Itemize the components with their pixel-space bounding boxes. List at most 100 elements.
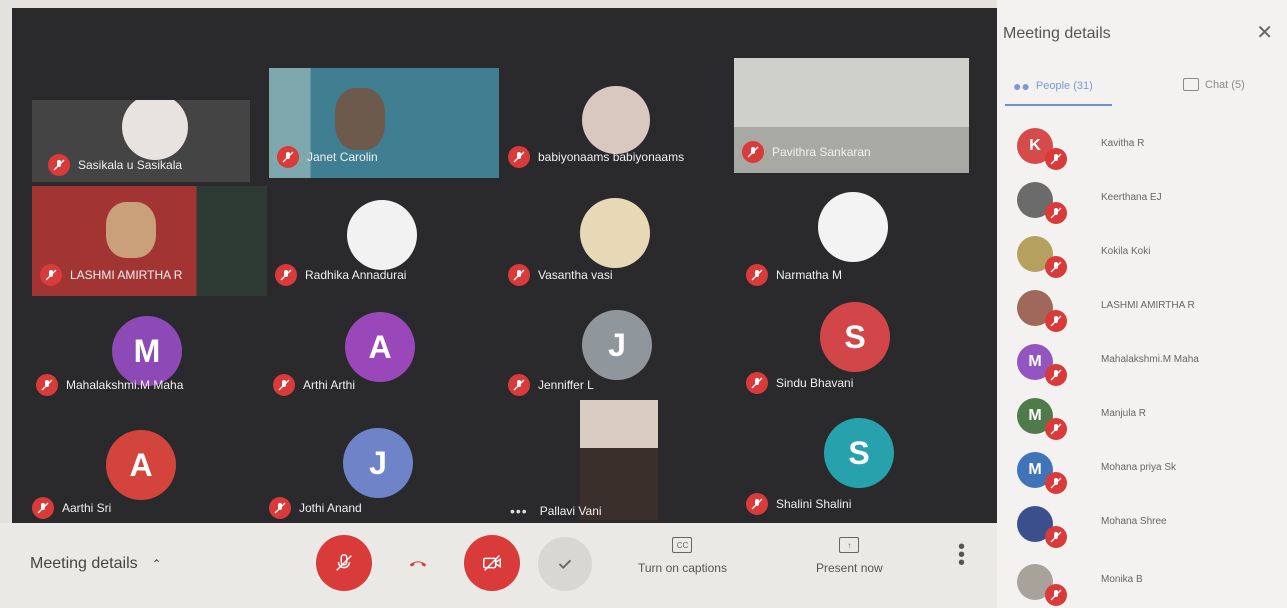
phone-hangup-icon (409, 561, 427, 567)
chat-icon (1183, 78, 1199, 91)
participant-avatar: S (820, 302, 890, 372)
participant-name: Jenniffer L (538, 378, 594, 392)
list-item[interactable]: M Mohana priya Sk (997, 446, 1287, 496)
participant-namebar: LASHMI AMIRTHA R (40, 264, 182, 286)
participant-namebar: Aarthi Sri (32, 497, 111, 519)
more-options-icon[interactable]: ••• (958, 537, 965, 573)
meeting-details-label: Meeting details (30, 555, 138, 572)
participant-name: Kavitha R (1101, 138, 1145, 149)
mic-off-icon (1045, 584, 1067, 606)
participant-tile[interactable]: A Aarthi Sri (32, 418, 267, 523)
people-tab-label: People (31) (1035, 80, 1093, 92)
participant-name: LASHMI AMIRTHA R (1101, 300, 1195, 311)
participant-name: LASHMI AMIRTHA R (70, 268, 183, 282)
participant-name: Sindu Bhavani (776, 376, 854, 390)
mic-off-icon (40, 264, 62, 286)
list-item[interactable]: Mohana Shree (997, 500, 1287, 550)
participant-name: Keerthana EJ (1101, 192, 1162, 203)
participant-avatar (582, 86, 650, 154)
participant-namebar: Narmatha M (746, 264, 842, 286)
participant-avatar: A (106, 430, 176, 500)
captions-button[interactable]: CC Turn on captions (638, 537, 727, 575)
more-options-icon[interactable]: ••• (510, 503, 528, 519)
participant-tile[interactable]: Vasantha vasi (502, 186, 737, 296)
list-item[interactable]: K Kavitha R (997, 122, 1287, 172)
participant-name: Mohana Shree (1101, 516, 1167, 527)
participant-tile[interactable]: Janet Carolin (269, 68, 499, 178)
closed-captions-icon: CC (672, 537, 693, 553)
present-screen-icon: ↑ (839, 537, 860, 553)
mic-off-icon (742, 141, 764, 163)
mic-off-icon (275, 264, 297, 286)
participant-name: Sasikala u Sasikala (78, 158, 183, 172)
tab-chat[interactable]: Chat (5) (1183, 78, 1245, 91)
participant-avatar (818, 192, 888, 262)
participant-face (335, 88, 385, 150)
list-item[interactable]: M Manjula R (997, 392, 1287, 442)
mic-off-icon (273, 374, 295, 396)
close-icon[interactable]: ✕ (1256, 20, 1273, 45)
participant-name: Pavithra Sankaran (772, 145, 871, 159)
participant-avatar (580, 198, 650, 268)
participant-tile[interactable]: ••• Pallavi Vani (502, 400, 737, 523)
participant-face (106, 202, 156, 258)
participant-name: Manjula R (1101, 408, 1147, 419)
mic-off-icon (508, 374, 530, 396)
participant-namebar: Radhika Annadurai (275, 264, 406, 286)
participant-name: Pallavi Vani (539, 504, 602, 518)
mic-off-icon (269, 497, 291, 519)
tab-people[interactable]: ●● People (31) (1013, 78, 1093, 94)
leave-call-button[interactable] (396, 541, 440, 585)
participant-tile[interactable]: J Jenniffer L (502, 306, 737, 406)
meeting-details-toggle[interactable]: Meeting details ⌃ (30, 555, 162, 573)
participant-namebar: ••• Pallavi Vani (510, 503, 602, 519)
people-icon: ●● (1013, 78, 1030, 94)
panel-title: Meeting details (1003, 25, 1111, 42)
video-grid: Sasikala u Sasikala Janet Carolin babiyo… (12, 8, 997, 523)
participant-tile[interactable]: Narmatha M (734, 186, 969, 296)
mic-off-icon (336, 554, 352, 571)
participant-tile[interactable]: Radhika Annadurai (269, 186, 499, 296)
hand-raise-button[interactable] (538, 537, 592, 591)
participant-tile[interactable]: A Arthi Arthi (269, 306, 499, 406)
participant-namebar: Janet Carolin (277, 146, 378, 168)
participant-tile[interactable]: Pavithra Sankaran (734, 58, 969, 173)
check-icon (558, 559, 572, 569)
list-item[interactable]: Monika B (997, 558, 1287, 608)
bottom-control-bar: Meeting details ⌃ CC Turn on captions ↑ … (0, 523, 1000, 608)
mic-toggle-button[interactable] (316, 535, 372, 591)
present-now-button[interactable]: ↑ Present now (816, 537, 883, 575)
participant-tile[interactable]: J Jothi Anand (269, 418, 499, 523)
mic-off-icon (1045, 364, 1067, 386)
list-item[interactable]: Keerthana EJ (997, 176, 1287, 226)
participant-avatar: J (343, 428, 413, 498)
participant-tile[interactable]: S Sindu Bhavani (734, 298, 969, 398)
participant-tile[interactable]: LASHMI AMIRTHA R (32, 186, 267, 296)
mic-off-icon (508, 264, 530, 286)
participant-avatar: S (824, 418, 894, 488)
participant-namebar: Jenniffer L (508, 374, 594, 396)
camera-off-icon (483, 555, 501, 571)
list-item[interactable]: Kokila Koki (997, 230, 1287, 280)
participant-tile[interactable]: M Mahalakshmi.M Maha (32, 306, 267, 406)
participant-name: Mahalakshmi.M Maha (66, 378, 184, 392)
participant-avatar: A (345, 312, 415, 382)
participant-namebar: Pavithra Sankaran (742, 141, 871, 163)
participant-tile[interactable]: Sasikala u Sasikala (32, 100, 250, 182)
captions-label: Turn on captions (638, 561, 727, 575)
mic-off-icon (746, 264, 768, 286)
mic-off-icon (277, 146, 299, 168)
list-item[interactable]: LASHMI AMIRTHA R (997, 284, 1287, 334)
participant-name: Aarthi Sri (62, 501, 112, 515)
mic-off-icon (1045, 418, 1067, 440)
participant-name: Vasantha vasi (538, 268, 613, 282)
camera-toggle-button[interactable] (464, 535, 520, 591)
list-item[interactable]: M Mahalakshmi.M Maha (997, 338, 1287, 388)
participant-name: Jothi Anand (299, 501, 362, 515)
participant-tile[interactable]: babiyonaams babiyonaams (502, 68, 737, 178)
mic-off-icon (1045, 202, 1067, 224)
participant-namebar: babiyonaams babiyonaams (508, 146, 684, 168)
mic-off-icon (1045, 148, 1067, 170)
participant-tile[interactable]: S Shalini Shalini (734, 410, 969, 523)
mic-off-icon (1045, 526, 1067, 548)
